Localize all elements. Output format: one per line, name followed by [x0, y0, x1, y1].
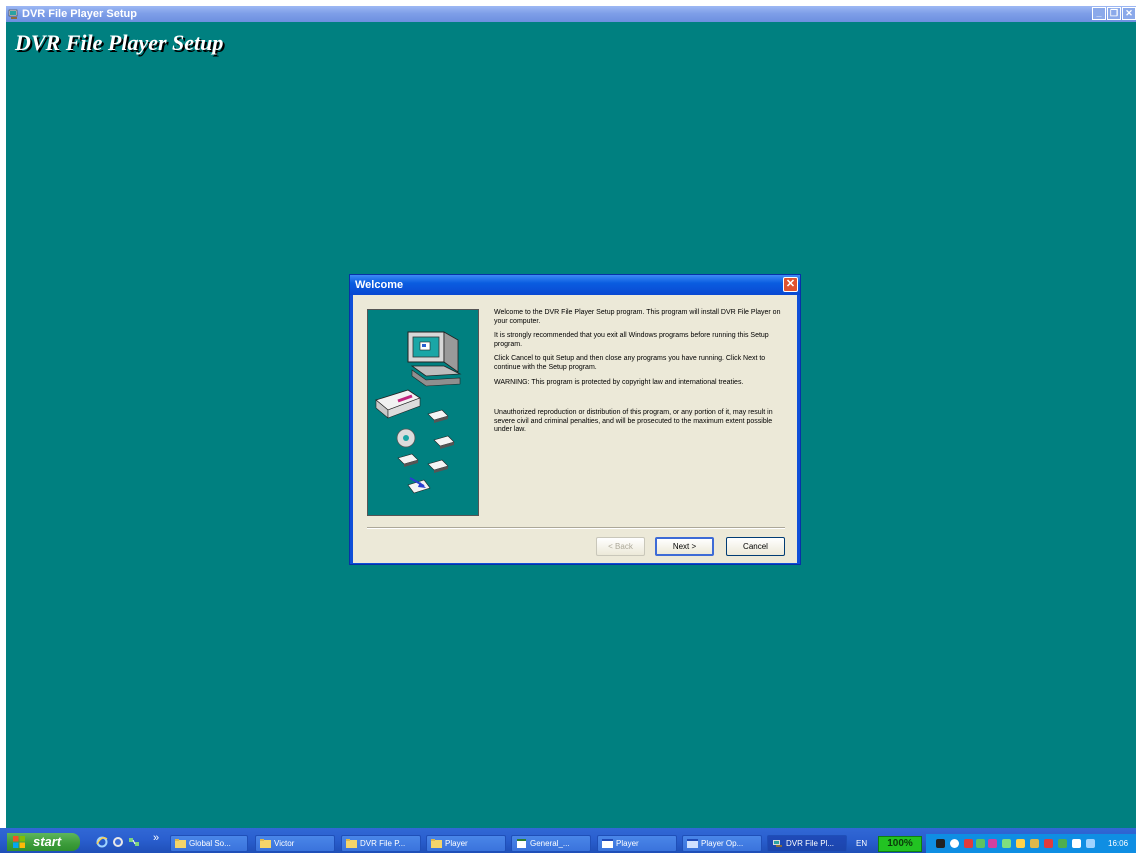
task-label: DVR File P...	[360, 839, 406, 848]
taskbar-button-player-folder[interactable]: Player	[426, 835, 506, 852]
system-tray: 16:06	[926, 834, 1136, 853]
dialog-separator	[367, 527, 785, 529]
tray-volume-icon[interactable]	[950, 839, 959, 848]
app-icon	[602, 839, 613, 848]
language-indicator[interactable]: EN	[856, 836, 867, 851]
setup-heading: DVR File Player Setup	[15, 30, 224, 55]
window-titlebar[interactable]: DVR File Player Setup _ ❐ ✕	[6, 6, 1136, 22]
task-label: Player	[616, 839, 639, 848]
tray-update-icon[interactable]	[1002, 839, 1011, 848]
task-label: Player	[445, 839, 468, 848]
task-label: Player Op...	[701, 839, 744, 848]
setup-illustration	[367, 309, 479, 516]
restore-button[interactable]: ❐	[1107, 7, 1121, 20]
taskbar-button-general[interactable]: General_...	[511, 835, 591, 852]
tray-sync-icon[interactable]	[1058, 839, 1067, 848]
recommendation-paragraph: It is strongly recommended that you exit…	[494, 332, 769, 348]
next-button[interactable]: Next >	[655, 537, 714, 556]
ie-icon[interactable]	[96, 836, 108, 848]
task-label: Global So...	[189, 839, 231, 848]
window-close-button[interactable]: ✕	[1122, 7, 1136, 20]
windows-logo-icon	[13, 836, 25, 848]
network-icon[interactable]	[128, 836, 140, 848]
cancel-button[interactable]: Cancel	[726, 537, 785, 556]
computer-disks-icon	[375, 331, 462, 494]
clock[interactable]: 16:06	[1108, 834, 1128, 853]
tray-warning-icon[interactable]	[1016, 839, 1025, 848]
taskbar-button-dvr-folder[interactable]: DVR File P...	[341, 835, 421, 852]
taskbar-button-victor[interactable]: Victor	[255, 835, 335, 852]
back-button[interactable]: < Back	[596, 537, 645, 556]
tray-display-icon[interactable]	[1072, 839, 1081, 848]
legal-paragraph: Unauthorized reproduction or distributio…	[494, 409, 773, 434]
start-label: start	[33, 834, 62, 849]
dialog-titlebar[interactable]: Welcome ✕	[350, 275, 800, 295]
start-button[interactable]: start	[7, 833, 80, 851]
welcome-text: Welcome to the DVR File Player Setup pro…	[494, 309, 786, 441]
taskbar-button-player-app[interactable]: Player	[597, 835, 677, 852]
dialog-title: Welcome	[355, 279, 404, 291]
setup-app-icon	[8, 9, 18, 19]
dialog-body: Welcome to the DVR File Player Setup pro…	[353, 295, 797, 563]
zoom-indicator[interactable]: 100%	[878, 836, 922, 852]
tray-drive-icon[interactable]	[1030, 839, 1039, 848]
welcome-dialog: Welcome ✕ Welcome to the DVR File Player…	[349, 274, 801, 565]
instructions-paragraph: Click Cancel to quit Setup and then clos…	[494, 355, 766, 371]
document-icon	[517, 839, 526, 848]
firefox-icon[interactable]	[112, 836, 124, 848]
minimize-button[interactable]: _	[1092, 7, 1106, 20]
tray-antivirus-icon[interactable]	[1044, 839, 1053, 848]
tray-chat-icon[interactable]	[1086, 839, 1095, 848]
taskbar-button-global[interactable]: Global So...	[170, 835, 248, 852]
setup-icon	[773, 840, 782, 847]
app-icon	[687, 839, 698, 848]
folder-icon	[346, 839, 357, 848]
window-title: DVR File Player Setup	[22, 8, 137, 20]
taskbar-button-player-options[interactable]: Player Op...	[682, 835, 762, 852]
taskbar-button-dvr-setup[interactable]: DVR File Pl...	[767, 835, 847, 852]
task-label: General_...	[530, 839, 570, 848]
tray-messenger-icon[interactable]	[988, 839, 997, 848]
folder-icon	[431, 839, 442, 848]
folder-icon	[175, 839, 186, 848]
tray-security-icon[interactable]	[964, 839, 973, 848]
taskbar: start » Global So... Victor DVR File P..…	[0, 828, 1136, 853]
warning-paragraph: WARNING: This program is protected by co…	[494, 378, 744, 386]
dialog-close-button[interactable]: ✕	[783, 277, 798, 292]
tray-app-icon[interactable]	[936, 839, 945, 848]
folder-icon	[260, 839, 271, 848]
task-label: DVR File Pl...	[786, 839, 835, 848]
welcome-paragraph: Welcome to the DVR File Player Setup pro…	[494, 309, 781, 325]
quick-launch-more[interactable]: »	[150, 832, 162, 844]
task-label: Victor	[274, 839, 295, 848]
tray-network-icon[interactable]	[976, 839, 985, 848]
